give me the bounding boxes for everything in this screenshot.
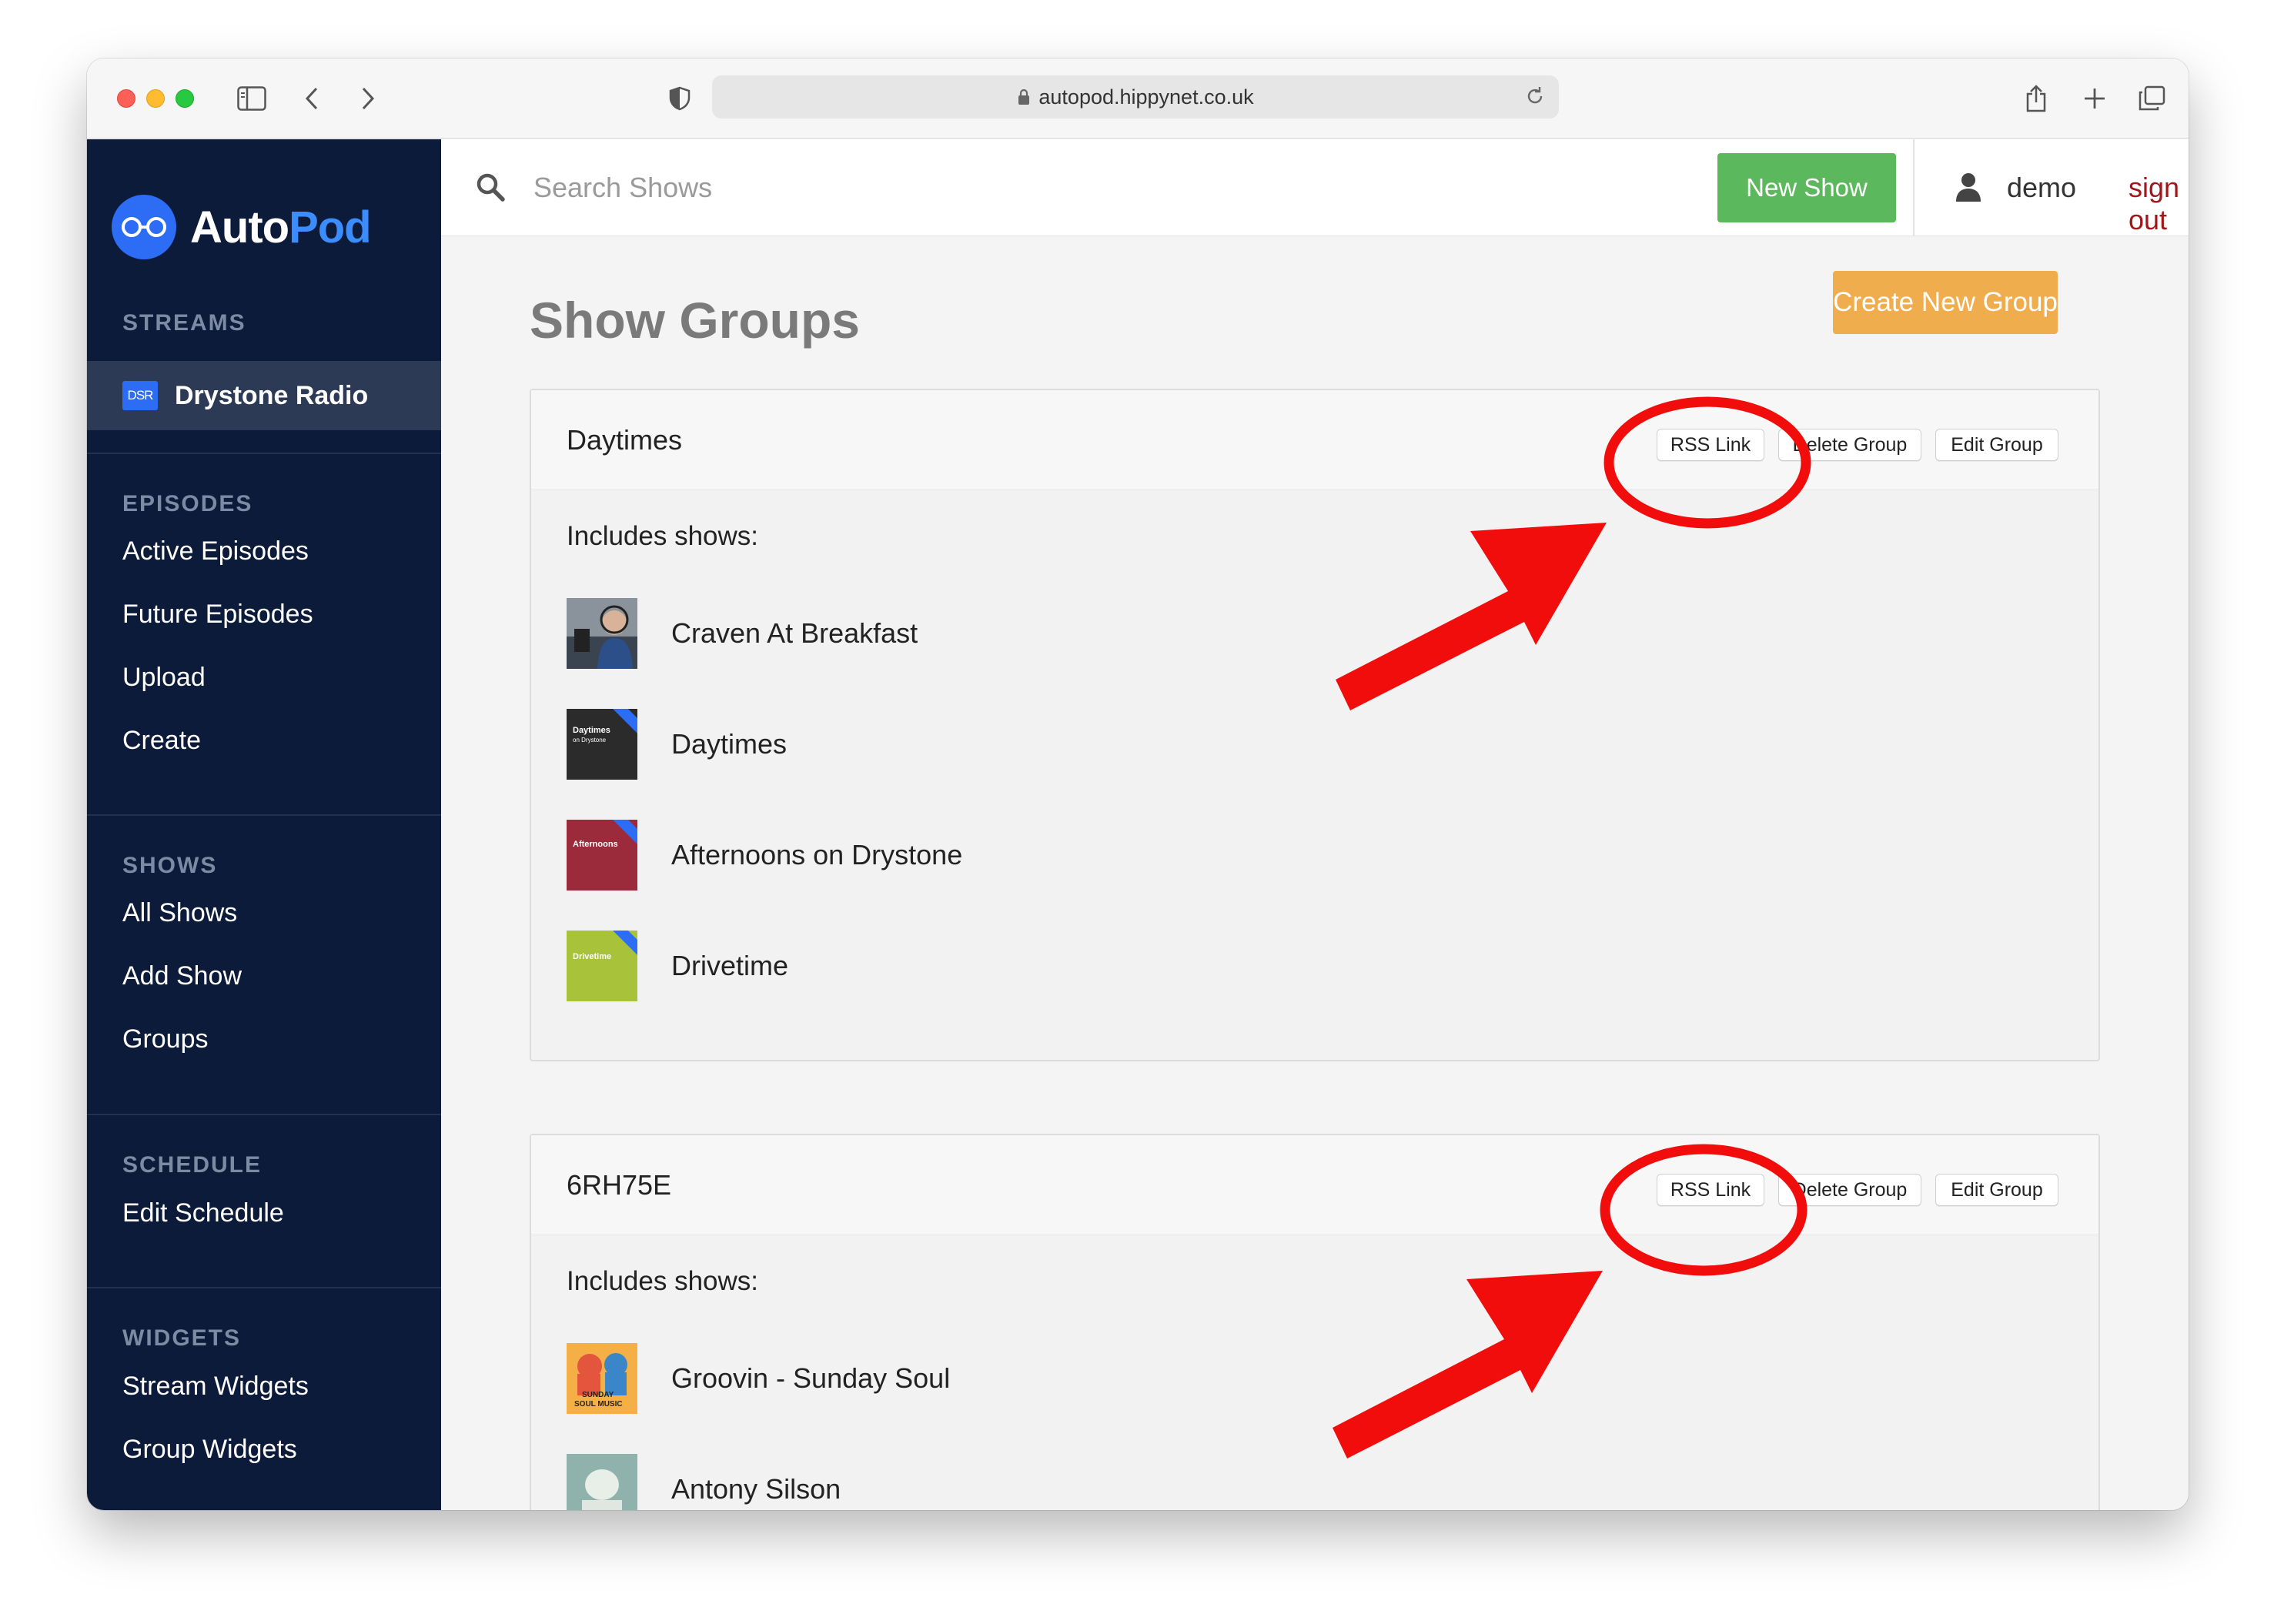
schedule-heading: SCHEDULE bbox=[122, 1152, 263, 1178]
tab-overview-icon[interactable] bbox=[2135, 80, 2169, 117]
sidebar-divider bbox=[87, 1114, 441, 1115]
sidebar-item-active-episodes[interactable]: Active Episodes bbox=[122, 536, 309, 566]
share-icon[interactable] bbox=[2021, 80, 2052, 117]
browser-toolbar: autopod.hippynet.co.uk bbox=[87, 58, 2189, 139]
delete-group-button[interactable]: Delete Group bbox=[1778, 1174, 1921, 1206]
sidebar-divider bbox=[87, 814, 441, 816]
logo-text-pod: Pod bbox=[289, 202, 372, 252]
list-item[interactable]: Daytimes on Drystone Daytimes bbox=[567, 709, 787, 780]
group-panel-header: 6RH75E RSS Link Delete Group Edit Group bbox=[531, 1135, 2098, 1235]
show-name: Craven At Breakfast bbox=[671, 617, 918, 649]
ribbon-icon bbox=[611, 931, 637, 957]
includes-shows-label: Includes shows: bbox=[567, 1266, 759, 1296]
main-content: Show Groups Create New Group Daytimes RS… bbox=[441, 237, 2189, 1510]
list-item[interactable]: Afternoons Afternoons on Drystone bbox=[567, 820, 962, 891]
stream-badge: DSR bbox=[122, 381, 158, 410]
sidebar-item-stream-widgets[interactable]: Stream Widgets bbox=[122, 1372, 309, 1402]
address-bar[interactable]: autopod.hippynet.co.uk bbox=[712, 75, 1559, 119]
sidebar-item-groups[interactable]: Groups bbox=[122, 1024, 209, 1054]
episodes-heading: EPISODES bbox=[122, 491, 253, 516]
glasses-icon bbox=[112, 195, 176, 259]
minimize-window-button[interactable] bbox=[146, 89, 165, 108]
artwork-text: Drivetime bbox=[573, 952, 612, 961]
back-icon[interactable] bbox=[299, 80, 325, 117]
lock-icon bbox=[1017, 89, 1031, 105]
list-item[interactable]: Drivetime Drivetime bbox=[567, 931, 788, 1001]
search-input[interactable] bbox=[533, 167, 1072, 209]
header-divider bbox=[1913, 139, 1915, 236]
new-tab-icon[interactable] bbox=[2079, 80, 2110, 117]
group-panel-header: Daytimes RSS Link Delete Group Edit Grou… bbox=[531, 390, 2098, 490]
user-icon bbox=[1955, 172, 1982, 206]
sidebar-item-edit-schedule[interactable]: Edit Schedule bbox=[122, 1198, 284, 1228]
list-item[interactable]: SUNDAY SOUL MUSIC Groovin - Sunday Soul bbox=[567, 1343, 950, 1414]
edit-group-button[interactable]: Edit Group bbox=[1935, 1174, 2058, 1206]
streams-heading: STREAMS bbox=[122, 310, 246, 336]
sidebar-item-create[interactable]: Create bbox=[122, 726, 201, 756]
artwork-text: SUNDAY bbox=[582, 1391, 614, 1399]
rss-link-button[interactable]: RSS Link bbox=[1657, 1174, 1764, 1206]
includes-shows-label: Includes shows: bbox=[567, 521, 759, 551]
top-header: New Show demo sign out bbox=[441, 139, 2189, 236]
autopod-logo[interactable]: AutoPod bbox=[112, 195, 372, 259]
artwork-text: Afternoons bbox=[573, 840, 618, 849]
show-artwork: SUNDAY SOUL MUSIC bbox=[567, 1343, 637, 1414]
url-text: autopod.hippynet.co.uk bbox=[1038, 85, 1254, 109]
show-name: Groovin - Sunday Soul bbox=[671, 1362, 951, 1394]
show-artwork: Daytimes on Drystone bbox=[567, 709, 637, 780]
close-window-button[interactable] bbox=[117, 89, 135, 108]
sidebar-item-group-widgets[interactable]: Group Widgets bbox=[122, 1435, 297, 1465]
forward-icon[interactable] bbox=[355, 80, 381, 117]
edit-group-button[interactable]: Edit Group bbox=[1935, 429, 2058, 461]
sidebar: AutoPod STREAMS DSR Drystone Radio EPISO… bbox=[87, 139, 441, 1510]
privacy-shield-icon[interactable] bbox=[664, 80, 695, 117]
artwork-subtext: SOUL MUSIC bbox=[574, 1400, 623, 1408]
page-title: Show Groups bbox=[530, 292, 860, 349]
screenshot: autopod.hippynet.co.uk AutoPod STREAMS D… bbox=[0, 0, 2274, 1624]
show-name: Antony Silson bbox=[671, 1473, 841, 1505]
group-panel-6rh75e: 6RH75E RSS Link Delete Group Edit Group … bbox=[530, 1134, 2100, 1510]
sidebar-divider bbox=[87, 453, 441, 454]
group-name: 6RH75E bbox=[567, 1169, 672, 1201]
sidebar-item-upload[interactable]: Upload bbox=[122, 663, 206, 693]
sidebar-item-all-shows[interactable]: All Shows bbox=[122, 898, 237, 928]
ribbon-icon bbox=[611, 709, 637, 735]
sidebar-item-add-show[interactable]: Add Show bbox=[122, 961, 242, 991]
sidebar-toggle-icon[interactable] bbox=[235, 80, 269, 117]
rss-link-button[interactable]: RSS Link bbox=[1657, 429, 1764, 461]
delete-group-button[interactable]: Delete Group bbox=[1778, 429, 1921, 461]
sidebar-item-future-episodes[interactable]: Future Episodes bbox=[122, 600, 313, 630]
reload-icon[interactable] bbox=[1523, 85, 1547, 113]
show-artwork: Drivetime bbox=[567, 931, 637, 1001]
widgets-heading: WIDGETS bbox=[122, 1325, 241, 1351]
sidebar-item-drystone-radio[interactable]: DSR Drystone Radio bbox=[87, 361, 441, 430]
logo-text: AutoPod bbox=[190, 202, 372, 253]
new-show-button[interactable]: New Show bbox=[1717, 153, 1896, 222]
show-artwork bbox=[567, 598, 637, 669]
zoom-window-button[interactable] bbox=[176, 89, 194, 108]
username: demo bbox=[2007, 172, 2077, 203]
sidebar-divider bbox=[87, 1287, 441, 1288]
show-name: Drivetime bbox=[671, 950, 789, 981]
logo-text-auto: Auto bbox=[190, 202, 289, 252]
list-item[interactable]: Antony Silson bbox=[567, 1454, 841, 1510]
create-new-group-button[interactable]: Create New Group bbox=[1833, 271, 2058, 334]
list-item[interactable]: Craven At Breakfast bbox=[567, 598, 918, 669]
stream-label: Drystone Radio bbox=[175, 380, 369, 410]
show-name: Afternoons on Drystone bbox=[671, 839, 963, 870]
show-name: Daytimes bbox=[671, 728, 788, 760]
group-name: Daytimes bbox=[567, 424, 683, 456]
sign-out-link[interactable]: sign out bbox=[2129, 172, 2189, 236]
group-panel-daytimes: Daytimes RSS Link Delete Group Edit Grou… bbox=[530, 389, 2100, 1061]
artwork-subtext: on Drystone bbox=[573, 737, 607, 743]
show-artwork bbox=[567, 1454, 637, 1510]
artwork-text: Daytimes bbox=[573, 726, 610, 735]
show-artwork: Afternoons bbox=[567, 820, 637, 891]
shows-heading: SHOWS bbox=[122, 853, 218, 878]
browser-window: autopod.hippynet.co.uk AutoPod STREAMS D… bbox=[87, 58, 2189, 1510]
search-icon[interactable] bbox=[475, 172, 506, 206]
